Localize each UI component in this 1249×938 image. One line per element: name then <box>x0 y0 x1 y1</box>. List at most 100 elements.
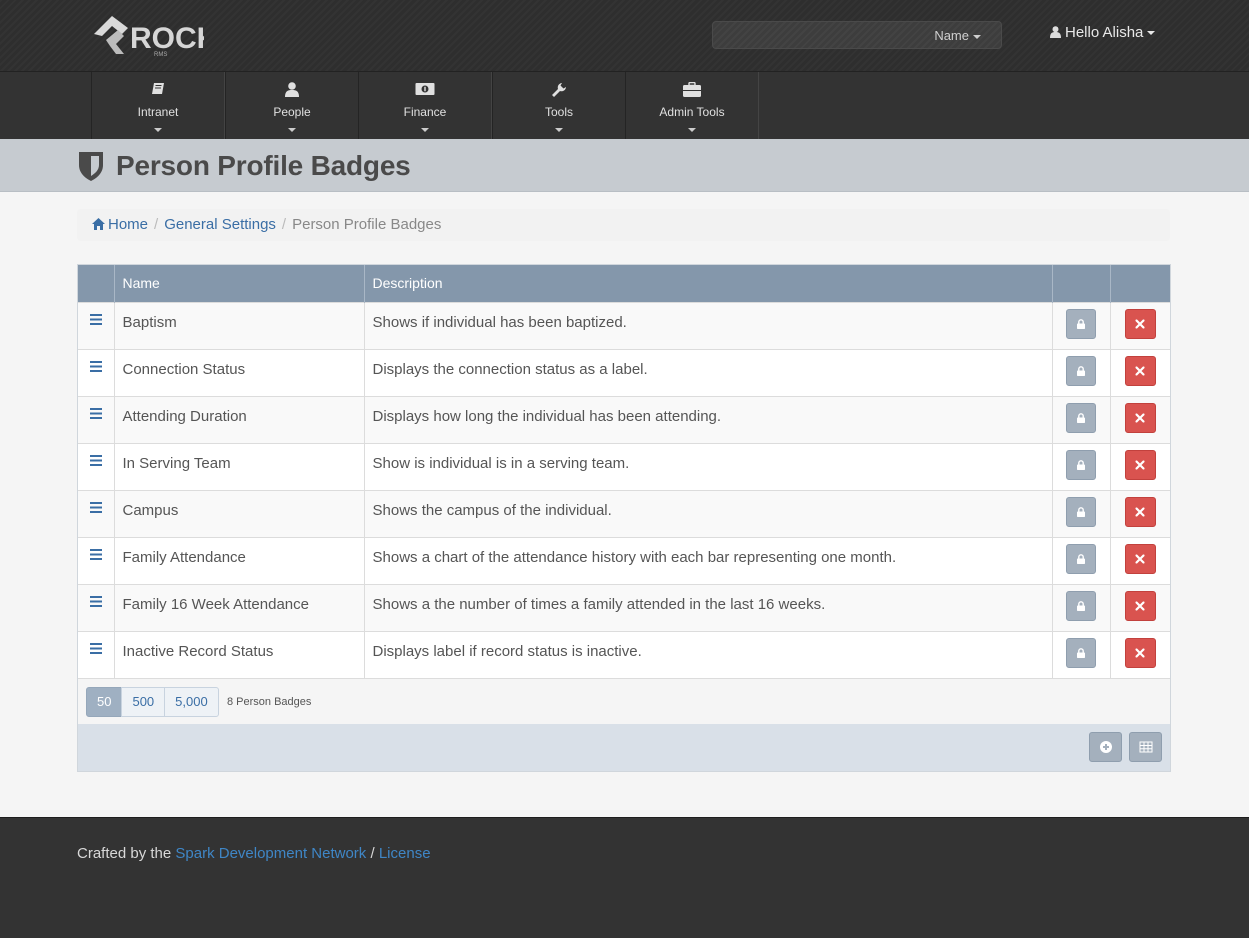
nav-label: People <box>273 105 311 119</box>
table-row[interactable]: Campus Shows the campus of the individual… <box>78 489 1170 537</box>
cell-delete <box>1110 489 1170 537</box>
nav-label: Intranet <box>137 105 179 119</box>
cell-delete <box>1110 442 1170 490</box>
cell-security <box>1052 442 1111 490</box>
table-row[interactable]: Baptism Shows if individual has been bapt… <box>78 301 1170 349</box>
security-button[interactable] <box>1066 402 1096 433</box>
export-excel-button[interactable] <box>1129 732 1162 762</box>
table-row[interactable]: Attending Duration Displays how long the … <box>78 395 1170 443</box>
cell-delete <box>1110 348 1170 396</box>
bars-icon <box>89 313 102 325</box>
security-button[interactable] <box>1066 449 1096 480</box>
nav-item-admin-tools[interactable]: Admin Tools <box>625 72 759 140</box>
search-input[interactable]: Name <box>712 21 1002 49</box>
breadcrumb-home[interactable]: Home <box>92 216 148 233</box>
cell-description: Shows a the number of times a family att… <box>364 583 1053 631</box>
reorder-handle[interactable] <box>78 395 115 443</box>
cell-name: Inactive Record Status <box>114 630 365 678</box>
delete-button[interactable] <box>1124 543 1156 574</box>
close-icon <box>1135 601 1145 610</box>
reorder-handle[interactable] <box>78 583 115 631</box>
chevron-down-icon <box>288 127 296 132</box>
lock-icon <box>1077 412 1085 423</box>
cell-description: Displays label if record status is inact… <box>364 630 1053 678</box>
delete-button[interactable] <box>1124 402 1156 433</box>
grid-actions <box>78 724 1170 771</box>
security-button[interactable] <box>1066 355 1096 386</box>
cell-security <box>1052 348 1111 396</box>
reorder-handle[interactable] <box>78 489 115 537</box>
security-button[interactable] <box>1066 496 1096 527</box>
security-button[interactable] <box>1066 637 1096 668</box>
table-row[interactable]: Inactive Record Status Displays label if … <box>78 630 1170 678</box>
delete-button[interactable] <box>1124 637 1156 668</box>
bars-icon <box>89 407 102 419</box>
license-link[interactable]: License <box>379 845 431 862</box>
reorder-handle[interactable] <box>78 348 115 396</box>
reorder-handle[interactable] <box>78 301 115 349</box>
user-icon <box>226 82 358 100</box>
search-type-dropdown[interactable]: Name <box>934 28 981 43</box>
breadcrumb-general-settings[interactable]: General Settings <box>164 216 276 233</box>
table-row[interactable]: Family Attendance Shows a chart of the at… <box>78 536 1170 584</box>
table-row[interactable]: Family 16 Week Attendance Shows a the num… <box>78 583 1170 631</box>
chevron-down-icon <box>154 127 162 132</box>
nav-item-finance[interactable]: Finance <box>358 72 492 140</box>
reorder-handle[interactable] <box>78 442 115 490</box>
page-size-option[interactable]: 50 <box>86 687 123 717</box>
footer-separator: / <box>370 845 375 862</box>
column-header-security <box>1052 265 1111 302</box>
column-header-reorder <box>78 265 115 302</box>
lock-icon <box>1077 459 1085 470</box>
logo-text: ROCK <box>130 22 204 55</box>
lock-icon <box>1077 365 1085 376</box>
reorder-handle[interactable] <box>78 536 115 584</box>
delete-button[interactable] <box>1124 590 1156 621</box>
footer-credits: Crafted by the Spark Development Network… <box>77 845 431 862</box>
table-row[interactable]: Connection Status Displays the connection… <box>78 348 1170 396</box>
add-button[interactable] <box>1089 732 1122 762</box>
delete-button[interactable] <box>1124 449 1156 480</box>
column-header-name[interactable]: Name <box>114 265 365 302</box>
cell-security <box>1052 630 1111 678</box>
cell-delete <box>1110 301 1170 349</box>
bars-icon <box>89 360 102 372</box>
page-title-bar: Person Profile Badges <box>0 139 1249 192</box>
nav-label: Tools <box>544 105 573 119</box>
cell-delete <box>1110 536 1170 584</box>
column-header-delete <box>1110 265 1170 302</box>
delete-button[interactable] <box>1124 355 1156 386</box>
security-button[interactable] <box>1066 590 1096 621</box>
close-icon <box>1135 366 1145 375</box>
item-count: 8 Person Badges <box>227 696 312 708</box>
rock-rms-logo[interactable]: ROCK RMS <box>92 14 204 58</box>
nav-label: Finance <box>403 105 447 119</box>
cell-security <box>1052 395 1111 443</box>
security-button[interactable] <box>1066 543 1096 574</box>
delete-button[interactable] <box>1124 496 1156 527</box>
page-size-selector: 50 500 5,000 <box>86 687 219 717</box>
column-header-description[interactable]: Description <box>364 265 1053 302</box>
nav-item-intranet[interactable]: Intranet <box>91 72 225 140</box>
nav-item-people[interactable]: People <box>225 72 359 140</box>
page-size-option[interactable]: 5,000 <box>164 687 219 717</box>
bars-icon <box>89 454 102 466</box>
user-menu[interactable]: Hello Alisha <box>1050 24 1156 42</box>
logo-subtext: RMS <box>154 52 167 58</box>
cell-description: Displays how long the individual has bee… <box>364 395 1053 443</box>
security-button[interactable] <box>1066 308 1096 339</box>
reorder-handle[interactable] <box>78 630 115 678</box>
page-size-option[interactable]: 500 <box>121 687 166 717</box>
delete-button[interactable] <box>1124 308 1156 339</box>
breadcrumb-label: Home <box>108 216 149 233</box>
close-icon <box>1135 648 1145 658</box>
cell-name: Connection Status <box>114 348 365 396</box>
cell-delete <box>1110 630 1170 678</box>
close-icon <box>1135 554 1145 563</box>
table-row[interactable]: In Serving Team Show is individual is in … <box>78 442 1170 490</box>
spark-link[interactable]: Spark Development Network <box>175 845 366 862</box>
wrench-icon <box>493 82 625 100</box>
user-greeting: Hello Alisha <box>1065 24 1144 41</box>
nav-item-tools[interactable]: Tools <box>492 72 626 140</box>
table-header-row: Name Description <box>78 265 1170 302</box>
